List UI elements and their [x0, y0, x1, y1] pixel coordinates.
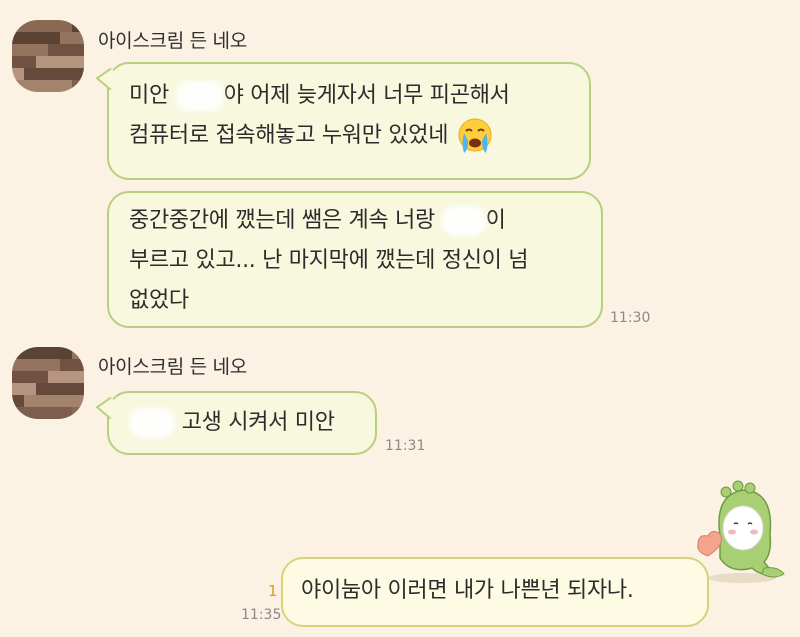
message-line: 고생 시켜서 미안	[129, 403, 355, 443]
message-timestamp: 11:30	[610, 310, 651, 326]
message-line: 미안 야 어제 늦게자서 너무 피곤해서	[129, 76, 569, 116]
message-text: 이	[485, 208, 506, 233]
redacted-name-blur	[441, 206, 486, 236]
message-timestamp: 11:31	[385, 438, 426, 454]
message-text: 중간중간에 깼는데 쌤은 계속 너랑	[129, 208, 442, 233]
crying-face-icon	[458, 118, 492, 153]
redacted-name-blur	[129, 408, 175, 438]
message-bubble[interactable]: 중간중간에 깼는데 쌤은 계속 너랑 이 부르고 있고... 난 마지막에 깼는…	[107, 191, 603, 328]
message-line: 중간중간에 깼는데 쌤은 계속 너랑 이	[129, 201, 581, 241]
avatar[interactable]	[12, 347, 84, 419]
message-timestamp: 11:35	[241, 607, 282, 623]
redacted-name-blur	[175, 81, 224, 111]
unread-count: 1	[268, 582, 278, 600]
message-text: 고생 시켜서 미안	[181, 410, 335, 435]
message-bubble[interactable]: 미안 야 어제 늦게자서 너무 피곤해서 컴퓨터로 접속해놓고 누워만 있었네	[95, 62, 591, 180]
message-bubble[interactable]: 고생 시켜서 미안	[95, 391, 377, 455]
message-text: 컴퓨터로 접속해놓고 누워만 있었네	[129, 123, 449, 148]
message-line: 컴퓨터로 접속해놓고 누워만 있었네	[129, 116, 569, 156]
sender-name: 아이스크림 든 네오	[98, 30, 247, 52]
message-text: 야이눔아 이러면 내가 나쁜년 되자나.	[301, 578, 634, 603]
message-bubble[interactable]: 야이눔아 이러면 내가 나쁜년 되자나.	[281, 557, 709, 627]
sender-name: 아이스크림 든 네오	[98, 356, 247, 378]
bubble-tail	[95, 67, 125, 91]
bubble-tail	[95, 396, 125, 420]
message-text: 미안	[129, 83, 176, 108]
message-line: 부르고 있고... 난 마지막에 깼는데 정신이 넘	[129, 248, 529, 273]
avatar[interactable]	[12, 20, 84, 92]
message-text: 야 어제 늦게자서 너무 피곤해서	[223, 83, 510, 108]
message-line: 없었다	[129, 288, 189, 313]
